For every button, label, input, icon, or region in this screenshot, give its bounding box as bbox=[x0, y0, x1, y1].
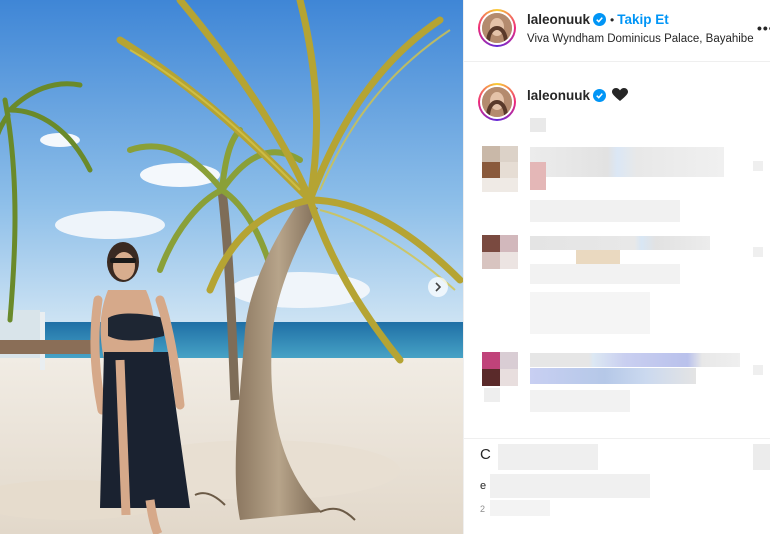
pixelated-reply-dot bbox=[484, 388, 500, 402]
beach-photo-image bbox=[0, 0, 463, 534]
black-heart-icon bbox=[612, 88, 629, 101]
author-avatar[interactable] bbox=[478, 9, 516, 47]
pixelated-comment-meta-1 bbox=[530, 200, 680, 222]
pixelated-like-icon-1[interactable] bbox=[753, 161, 763, 171]
verified-badge-icon bbox=[593, 13, 607, 26]
pixelated-likes-count bbox=[490, 474, 650, 498]
pixelated-comment-text-3 bbox=[530, 353, 740, 367]
pixelated-like-icon-3[interactable] bbox=[753, 365, 763, 375]
pixelated-caption-text bbox=[530, 118, 546, 132]
pixelated-emoji-1 bbox=[530, 162, 546, 190]
pixelated-action-icons bbox=[498, 444, 598, 470]
pixelated-post-date bbox=[490, 500, 550, 516]
pixelated-comment-text-1 bbox=[530, 147, 724, 177]
footer-initial-2: 2 bbox=[480, 504, 486, 514]
post-photo[interactable] bbox=[0, 0, 463, 534]
pixelated-comment-avatar-3 bbox=[482, 352, 518, 386]
more-options-icon[interactable]: ••• bbox=[757, 20, 770, 36]
pixelated-comment-meta-2 bbox=[530, 292, 650, 334]
caption-line: laleonuuk bbox=[527, 87, 629, 105]
post-sidebar: laleonuuk • Takip Et Viva Wyndham Dominicu… bbox=[463, 0, 770, 534]
pixelated-comment-line-2 bbox=[530, 264, 680, 284]
post-header: laleonuuk • Takip Et Viva Wyndham Dominicu… bbox=[464, 0, 770, 62]
pixelated-comment-meta-3 bbox=[530, 390, 630, 412]
footer-initial-e: e bbox=[480, 480, 487, 492]
pixelated-save-icon[interactable] bbox=[753, 444, 770, 470]
caption-verified-icon bbox=[593, 89, 607, 102]
carousel-next-icon bbox=[435, 282, 442, 292]
footer-initial-c: C bbox=[480, 446, 491, 463]
pixelated-comment-avatar-2 bbox=[482, 235, 518, 269]
avatar-photo bbox=[482, 13, 512, 43]
pixelated-comment-avatar-1 bbox=[482, 146, 518, 192]
follow-button[interactable]: Takip Et bbox=[617, 12, 669, 27]
separator-dot: • bbox=[610, 13, 615, 27]
caption-avatar[interactable] bbox=[478, 83, 516, 121]
pixelated-like-icon-2[interactable] bbox=[753, 247, 763, 257]
pixelated-comment-line-3 bbox=[530, 368, 696, 384]
caption-username[interactable]: laleonuuk bbox=[527, 88, 590, 103]
author-username[interactable]: laleonuuk bbox=[527, 12, 590, 27]
pixelated-comment-text-2 bbox=[530, 236, 710, 250]
location-link[interactable]: Viva Wyndham Dominicus Palace, Bayahibe bbox=[527, 33, 754, 45]
pixelated-emoji-2 bbox=[576, 250, 620, 264]
carousel-next-button[interactable] bbox=[428, 277, 448, 297]
footer-divider bbox=[464, 438, 770, 439]
caption-avatar-photo bbox=[482, 87, 512, 117]
